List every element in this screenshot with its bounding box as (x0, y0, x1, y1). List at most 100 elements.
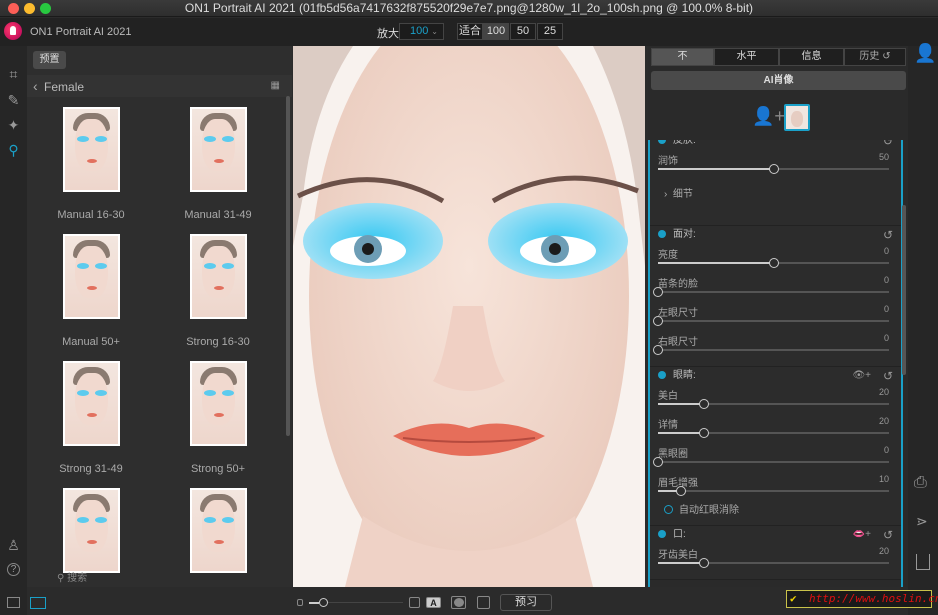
preset-label[interactable]: Manual 31-49 (158, 209, 278, 221)
single-view-icon[interactable] (7, 597, 20, 608)
reset-icon[interactable]: ↺ (883, 226, 893, 244)
section-toggle[interactable] (658, 230, 666, 238)
preset-thumbnail[interactable] (190, 234, 247, 319)
view-mode-icon[interactable] (409, 597, 420, 608)
zoom-25-button[interactable]: 25 (537, 23, 563, 40)
slider-track[interactable] (658, 258, 889, 268)
zoom-100-button[interactable]: 100 (483, 23, 509, 40)
section-header[interactable]: 面对: ↺ (658, 226, 895, 244)
slider-track[interactable] (653, 345, 889, 355)
slider-knob[interactable] (653, 457, 663, 467)
preset-category-header[interactable]: ‹ Female ▦ (27, 75, 292, 97)
zoom-fit-button[interactable]: 适合 (457, 23, 483, 40)
app-logo-icon (4, 22, 22, 40)
section-title: 皮肤: (673, 140, 696, 146)
preset-search[interactable]: ⚲ 搜索 (57, 569, 87, 584)
preset-thumbnail[interactable] (63, 361, 120, 446)
brush-icon[interactable]: ✎ (5, 92, 22, 109)
zoom-slider-track[interactable] (328, 602, 403, 603)
tab-history[interactable]: 历史 ↺ (844, 48, 906, 66)
slider-track[interactable] (658, 164, 889, 174)
section-header[interactable]: 眼睛: 👁+ ↺ (658, 367, 895, 385)
slider-track[interactable] (653, 316, 889, 326)
slider-label: 详情 (658, 420, 678, 431)
slider-knob[interactable] (653, 287, 663, 297)
slider-row: 美白 20 (658, 385, 895, 414)
print-icon[interactable]: ⎙ (914, 474, 927, 492)
panel-scrollbar[interactable] (902, 205, 906, 375)
red-eye-checkbox[interactable]: 自动红眼消除 (658, 501, 895, 519)
zoom-slider-fill (309, 602, 319, 604)
portrait-user-icon[interactable]: 👤 (914, 43, 936, 64)
slider-knob[interactable] (699, 428, 710, 438)
preset-thumbnail[interactable] (190, 361, 247, 446)
tab-level[interactable]: 水平 (714, 48, 779, 66)
share-icon[interactable]: ⋗ (916, 513, 928, 530)
preset-label[interactable]: Strong 31-49 (31, 463, 151, 475)
eye-add-icon[interactable]: 👁+ (852, 367, 871, 385)
slider-knob[interactable] (699, 558, 710, 568)
ai-portrait-button[interactable]: AI肖像 (651, 71, 906, 90)
lips-add-icon[interactable]: 👄+ (853, 526, 871, 544)
checkmark-view-icon[interactable] (477, 596, 490, 609)
slider-knob[interactable] (676, 486, 687, 496)
tab-info[interactable]: 信息 (779, 48, 844, 66)
photo-canvas[interactable] (293, 46, 645, 587)
slider-knob[interactable] (768, 258, 779, 268)
retouch-icon[interactable]: ✦ (5, 117, 22, 134)
reset-icon[interactable]: ↺ (883, 367, 893, 385)
section-toggle[interactable] (658, 371, 666, 379)
slider-knob[interactable] (653, 345, 663, 355)
help-icon[interactable]: ? (7, 563, 20, 576)
add-face-icon[interactable]: 👤+ (752, 106, 785, 127)
tab-none[interactable]: 不 (651, 48, 714, 66)
preset-label[interactable]: Manual 16-30 (31, 209, 151, 221)
portrait-search-icon[interactable]: ⚲ (5, 142, 22, 159)
preset-thumbnail[interactable] (190, 107, 247, 192)
preset-label[interactable]: Strong 50+ (158, 463, 278, 475)
slider-knob[interactable] (699, 399, 710, 409)
slider-knob[interactable] (653, 316, 663, 326)
preset-thumbnail[interactable] (63, 107, 120, 192)
slider-value: 10 (878, 474, 889, 484)
crop-icon[interactable]: ⌗ (5, 66, 22, 83)
preset-thumbnail[interactable] (63, 488, 120, 573)
preset-label[interactable]: Strong 16-30 (158, 336, 278, 348)
mask-icon[interactable] (451, 596, 466, 609)
slider-track[interactable] (658, 486, 889, 496)
slider-track[interactable] (653, 287, 889, 297)
compare-view-icon[interactable] (30, 597, 46, 609)
zoom-select[interactable]: 100 ⌄ (399, 23, 444, 40)
user-icon[interactable]: ♙ (5, 537, 22, 554)
detail-expander[interactable]: › 细节 (658, 179, 895, 219)
slider-track[interactable] (658, 558, 889, 568)
slider-knob[interactable] (768, 164, 779, 174)
slider-track[interactable] (653, 457, 889, 467)
close-window-button[interactable] (8, 3, 19, 14)
slider-value: 20 (878, 546, 889, 556)
preset-scrollbar[interactable] (286, 96, 290, 436)
minimize-window-button[interactable] (24, 3, 35, 14)
section-toggle[interactable] (658, 530, 666, 538)
preset-thumbnail[interactable] (190, 488, 247, 573)
section-header[interactable]: 口: 👄+ ↺ (658, 526, 895, 544)
export-icon[interactable] (916, 554, 930, 570)
presets-tab[interactable]: 预置 (33, 51, 66, 69)
preview-button[interactable]: 预习 (500, 594, 552, 611)
section-toggle[interactable] (658, 140, 666, 144)
zoom-50-button[interactable]: 50 (510, 23, 536, 40)
back-chevron-icon[interactable]: ‹ (33, 78, 38, 94)
section-header[interactable]: 皮肤: ↺ (658, 140, 895, 150)
reset-icon[interactable]: ↺ (883, 140, 893, 150)
reset-icon[interactable]: ↺ (883, 526, 893, 544)
maximize-window-button[interactable] (40, 3, 51, 14)
slider-track[interactable] (658, 428, 889, 438)
grid-view-icon[interactable]: ▦ (271, 75, 280, 97)
slider-track[interactable] (658, 399, 889, 409)
preset-thumbnail[interactable] (63, 234, 120, 319)
text-overlay-icon[interactable]: A (426, 597, 441, 608)
zoom-slider-knob[interactable] (319, 598, 328, 607)
slider-row: 右眼尺寸 0 (653, 331, 895, 360)
preset-label[interactable]: Manual 50+ (31, 336, 151, 348)
face-thumbnail[interactable] (784, 104, 810, 131)
